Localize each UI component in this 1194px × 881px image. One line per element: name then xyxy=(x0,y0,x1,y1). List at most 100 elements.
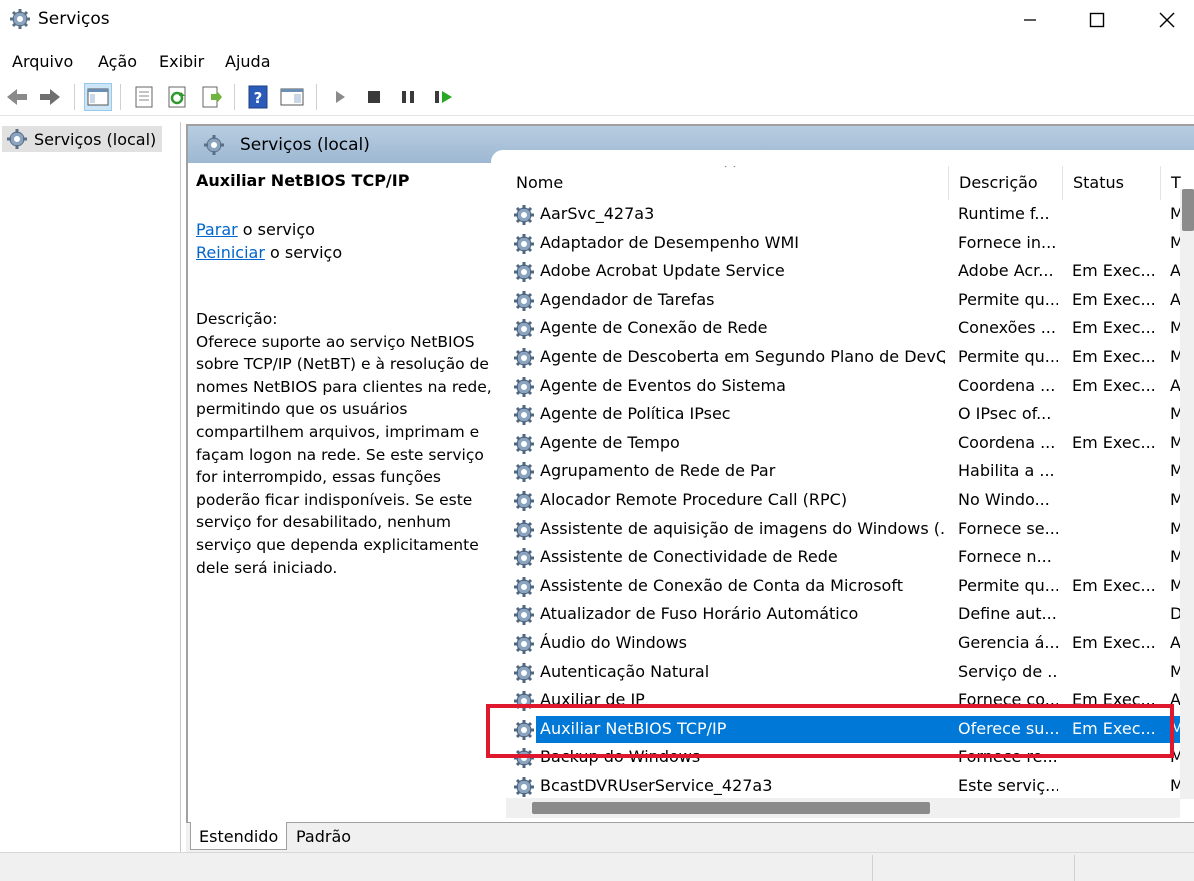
header-notch xyxy=(491,150,1194,164)
service-name-cell: Agente de Eventos do Sistema xyxy=(540,375,786,395)
service-name-cell: Adaptador de Desempenho WMI xyxy=(540,232,799,252)
svg-text:?: ? xyxy=(254,89,263,107)
help-button[interactable]: ? xyxy=(244,83,272,111)
service-description-cell: Runtime f... xyxy=(958,204,1050,223)
service-status-cell: Em Exec... xyxy=(1072,632,1156,652)
forward-button[interactable] xyxy=(36,83,64,111)
properties-button[interactable] xyxy=(130,83,158,111)
export-icon xyxy=(202,86,222,108)
table-row[interactable]: Assistente de Conectividade de Rede Forne… xyxy=(506,543,1182,572)
close-icon xyxy=(1159,12,1175,28)
column-header-description[interactable]: Descrição xyxy=(949,166,1063,200)
properties-icon xyxy=(135,86,153,108)
menu-bar: Arquivo Ação Exibir Ajuda xyxy=(0,44,1194,78)
tab-estendido[interactable]: Estendido xyxy=(190,822,288,850)
tab-padrao-label: Padrão xyxy=(296,827,352,846)
stop-service-suffix: o serviço xyxy=(237,220,315,239)
refresh-button[interactable] xyxy=(164,83,192,111)
service-description-cell: Coordena ... xyxy=(958,375,1056,395)
table-row[interactable]: AarSvc_427a3 Runtime f... M xyxy=(506,200,1182,229)
description-text-block: Descrição: Oferece suporte ao serviço Ne… xyxy=(196,308,496,579)
service-gear-icon xyxy=(513,662,535,684)
column-header-status[interactable]: Status xyxy=(1063,166,1161,200)
horizontal-scrollbar-thumb[interactable] xyxy=(532,802,930,814)
service-name-cell: Agrupamento de Rede de Par xyxy=(540,461,776,481)
service-description-cell: Conexões ... xyxy=(958,318,1056,338)
action-pane-button[interactable] xyxy=(278,83,306,111)
table-row[interactable]: Autenticação Natural Serviço de ... M xyxy=(506,658,1182,687)
stop-service-link[interactable]: Parar xyxy=(196,220,238,239)
back-button[interactable] xyxy=(3,83,31,111)
column-header-name[interactable]: Nome xyxy=(506,166,949,200)
restart-service-button[interactable] xyxy=(430,83,458,111)
service-gear-icon xyxy=(513,204,535,226)
table-row[interactable]: Atualizador de Fuso Horário Automático De… xyxy=(506,600,1182,629)
vertical-scrollbar[interactable] xyxy=(1180,189,1194,799)
minimize-button[interactable] xyxy=(995,0,1065,40)
table-row[interactable]: Agendador de Tarefas Permite qu... Em Exec… xyxy=(506,286,1181,315)
table-row[interactable]: BcastDVRUserService_427a3 Este serviç... M xyxy=(506,772,1182,798)
menu-arquivo[interactable]: Arquivo xyxy=(12,52,73,71)
show-hide-tree-button[interactable] xyxy=(84,83,112,111)
service-description-cell: Fornece in... xyxy=(958,232,1057,252)
table-row[interactable]: Agente de Descoberta em Segundo Plano de… xyxy=(506,343,1182,372)
service-name-cell: Agente de Descoberta em Segundo Plano de… xyxy=(540,346,945,366)
toolbar-separator xyxy=(74,84,75,110)
menu-exibir[interactable]: Exibir xyxy=(159,52,204,71)
description-label: Descrição: xyxy=(196,310,278,328)
table-row[interactable]: Adaptador de Desempenho WMI Fornece in...… xyxy=(506,229,1182,258)
console-tree-icon xyxy=(87,88,109,106)
selection-highlight-box xyxy=(486,704,1174,758)
table-row[interactable]: Assistente de Conexão de Conta da Micros… xyxy=(506,572,1182,601)
maximize-button[interactable] xyxy=(1062,0,1132,40)
tab-padrao[interactable]: Padrão xyxy=(288,822,359,850)
arrow-left-icon xyxy=(7,89,27,105)
table-row[interactable]: Alocador Remote Procedure Call (RPC) No W… xyxy=(506,486,1182,515)
view-tabs: Estendido Padrão xyxy=(186,822,1194,852)
service-description-cell: Define aut... xyxy=(958,604,1057,624)
table-row[interactable]: Agente de Política IPsec O IPsec of... M xyxy=(506,400,1182,429)
service-gear-icon xyxy=(513,347,535,369)
service-name-cell: Agente de Tempo xyxy=(540,432,680,452)
service-status-cell: Em Exec... xyxy=(1072,432,1156,452)
main-panel: Serviços (local) Auxiliar NetBIOS TCP/IP… xyxy=(186,124,1194,852)
service-name-cell: Áudio do Windows xyxy=(540,632,688,652)
service-gear-icon xyxy=(513,519,535,541)
export-list-button[interactable] xyxy=(198,83,226,111)
table-row[interactable]: Agente de Conexão de Rede Conexões ... Em … xyxy=(506,314,1182,343)
tree-item-services-local[interactable]: Serviços (local) xyxy=(2,126,163,152)
service-gear-icon xyxy=(513,433,535,455)
start-service-button[interactable] xyxy=(326,83,354,111)
menu-ajuda[interactable]: Ajuda xyxy=(225,52,271,71)
service-gear-icon xyxy=(513,461,535,483)
service-description-cell: Adobe Acr... xyxy=(958,261,1054,281)
service-description-cell: Fornece se... xyxy=(958,518,1058,538)
table-row[interactable]: Áudio do Windows Gerencia á... Em Exec... A xyxy=(506,629,1181,658)
service-name-cell: Autenticação Natural xyxy=(540,661,710,681)
restart-service-link[interactable]: Reiniciar xyxy=(196,243,265,262)
stop-service-button[interactable] xyxy=(360,83,388,111)
play-icon xyxy=(336,91,345,103)
table-row[interactable]: Agente de Eventos do Sistema Coordena ...… xyxy=(506,372,1181,401)
table-row[interactable]: Adobe Acrobat Update Service Adobe Acr...… xyxy=(506,257,1181,286)
service-actions: Parar o serviço Reiniciar o serviço xyxy=(196,218,496,264)
table-row[interactable]: Agrupamento de Rede de Par Habilita a ...… xyxy=(506,457,1182,486)
window-title: Serviços xyxy=(38,9,110,29)
service-description-cell: Permite qu... xyxy=(958,575,1058,595)
horizontal-scrollbar[interactable] xyxy=(506,798,1180,818)
services-gear-icon xyxy=(10,9,30,29)
menu-acao[interactable]: Ação xyxy=(98,52,137,71)
close-button[interactable] xyxy=(1132,0,1194,40)
table-row[interactable]: Assistente de aquisição de imagens do Wi… xyxy=(506,515,1182,544)
pause-service-button[interactable] xyxy=(394,83,422,111)
service-gear-icon xyxy=(513,576,535,598)
vertical-scrollbar-thumb[interactable] xyxy=(1182,189,1194,231)
service-name-cell: BcastDVRUserService_427a3 xyxy=(540,775,773,795)
service-description-cell: Habilita a ... xyxy=(958,461,1055,481)
panel-title: Serviços (local) xyxy=(240,135,370,155)
tree-item-label: Serviços (local) xyxy=(34,129,157,149)
table-row[interactable]: Agente de Tempo Coordena ... Em Exec... M xyxy=(506,429,1182,458)
service-description-cell: Permite qu... xyxy=(958,346,1058,366)
column-description-label: Descrição xyxy=(959,173,1038,192)
service-name-cell: Agente de Conexão de Rede xyxy=(540,318,768,338)
